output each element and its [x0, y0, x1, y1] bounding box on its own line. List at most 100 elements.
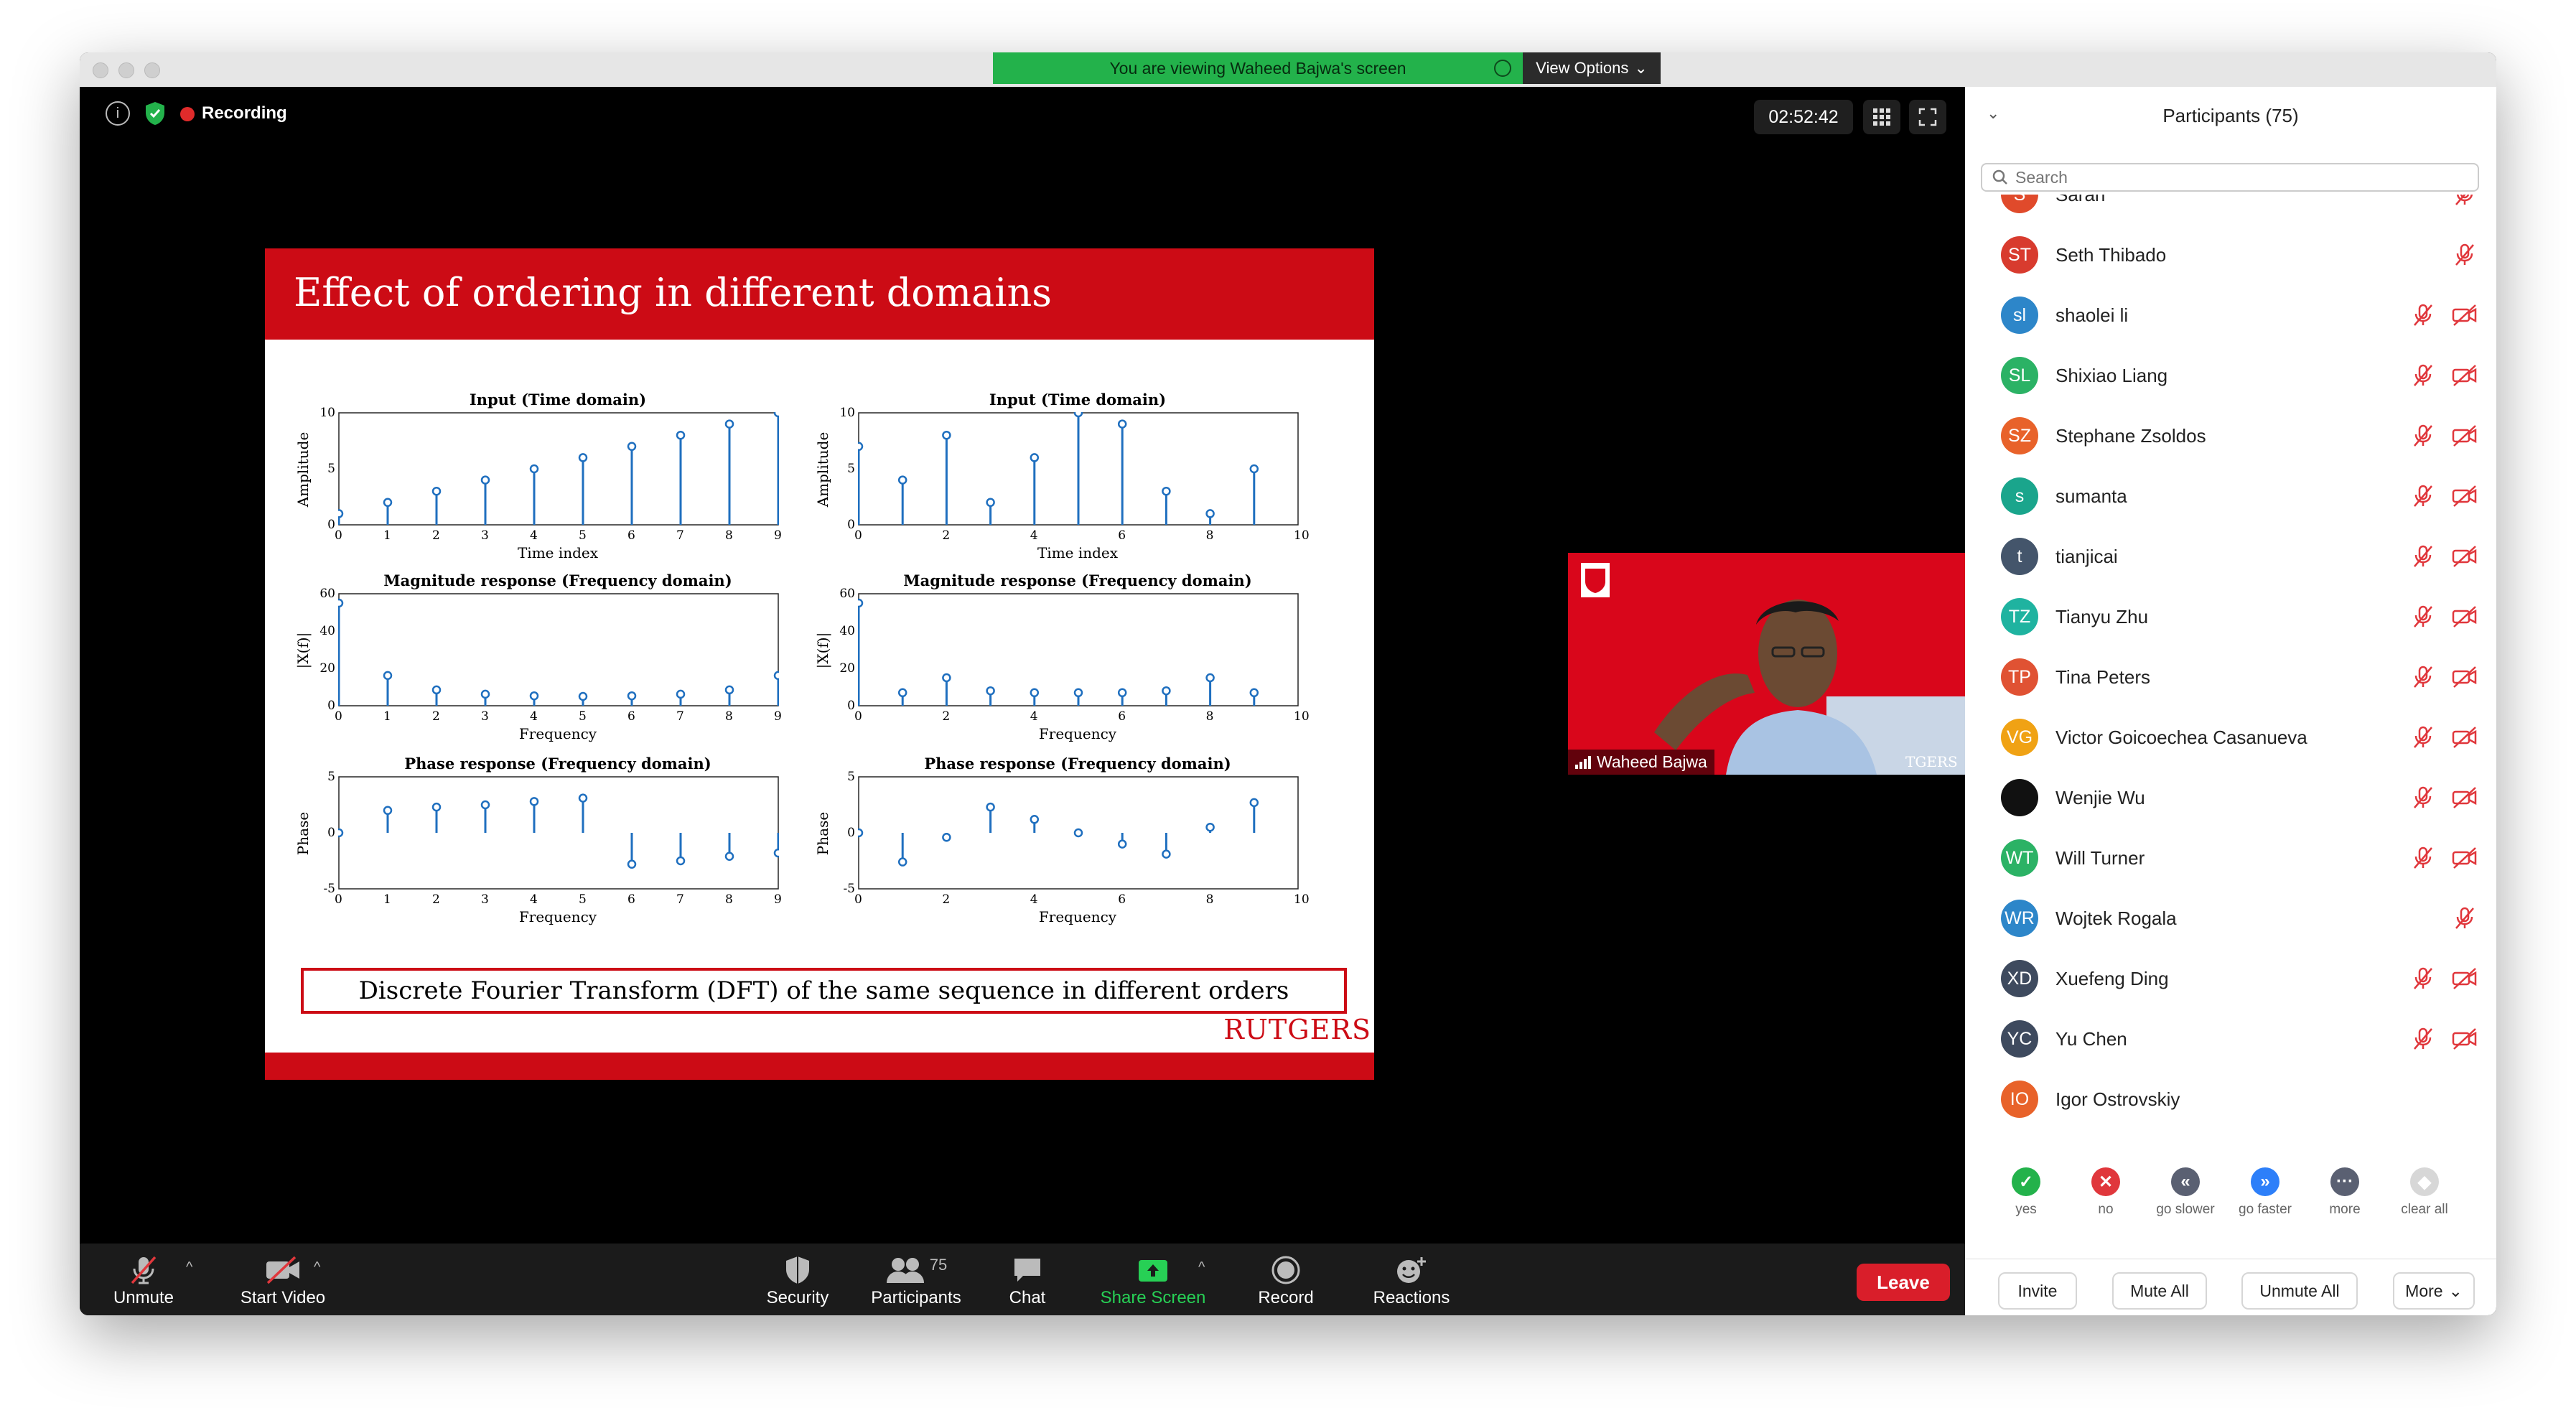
participant-row[interactable]: S Sarah	[1965, 195, 2496, 225]
reactions-label: Reactions	[1373, 1288, 1450, 1307]
x-tick-label: 2	[432, 709, 440, 724]
view-options-button[interactable]: View Options ⌄	[1523, 52, 1661, 84]
participant-row[interactable]: YC Yu Chen	[1965, 1009, 2496, 1069]
audio-options-caret-icon[interactable]: ^	[186, 1259, 192, 1276]
participant-row[interactable]: TZ Tianyu Zhu	[1965, 587, 2496, 647]
avatar: s	[2001, 477, 2038, 515]
video-off-icon	[2450, 482, 2479, 510]
participant-row[interactable]: Wenjie Wu	[1965, 768, 2496, 828]
participant-row[interactable]: SZ Stephane Zsoldos	[1965, 406, 2496, 466]
plot-title: Magnitude response (Frequency domain)	[903, 571, 1252, 589]
viewing-text: You are viewing Waheed Bajwa's screen	[1109, 58, 1406, 78]
participant-row[interactable]: ST Seth Thibado	[1965, 225, 2496, 285]
participant-row[interactable]: SL Shixiao Liang	[1965, 345, 2496, 406]
smiley-add-icon	[1397, 1257, 1426, 1283]
close-window-button[interactable]	[93, 62, 108, 78]
stem-marker	[676, 856, 686, 866]
unmute-all-button[interactable]: Unmute All	[2241, 1272, 2358, 1310]
plot-frame	[338, 412, 779, 526]
invite-button[interactable]: Invite	[1998, 1272, 2077, 1310]
collapse-chevron-icon[interactable]: ⌄	[1987, 104, 1999, 123]
stem-marker	[627, 442, 637, 452]
stem-marker	[1249, 464, 1259, 474]
stem-plot-6: Phase response (Frequency domain) Frequen…	[808, 755, 1312, 938]
reaction-go-slower-button[interactable]: « go slower	[2146, 1167, 2225, 1218]
more-button[interactable]: More ⌄	[2393, 1272, 2475, 1310]
minimize-window-button[interactable]	[118, 62, 134, 78]
participant-row[interactable]: WT Will Turner	[1965, 828, 2496, 888]
y-tick-label: 0	[327, 518, 335, 532]
speaker-name: Waheed Bajwa	[1597, 752, 1707, 771]
participants-button[interactable]: 75 Participants	[855, 1252, 977, 1308]
x-tick-label: 1	[383, 709, 391, 724]
video-off-icon	[2450, 421, 2479, 450]
avatar: IO	[2001, 1081, 2038, 1118]
participant-search-box[interactable]	[1981, 163, 2479, 192]
reaction-label: clear all	[2401, 1202, 2448, 1217]
reactions-button[interactable]: Reactions	[1358, 1252, 1465, 1308]
record-button[interactable]: Record	[1243, 1252, 1329, 1308]
stem-marker	[529, 464, 539, 474]
gallery-view-button[interactable]	[1863, 100, 1900, 134]
participant-row[interactable]: s sumanta	[1965, 466, 2496, 526]
stem-marker	[1117, 839, 1127, 849]
participant-name: Igor Ostrovskiy	[2055, 1088, 2180, 1110]
participant-search-input[interactable]	[2015, 167, 2446, 187]
fullscreen-button[interactable]	[1909, 100, 1946, 134]
unmute-button[interactable]: Unmute	[111, 1252, 176, 1308]
leave-button[interactable]: Leave	[1857, 1264, 1950, 1301]
participant-row[interactable]: WR Wojtek Rogala	[1965, 888, 2496, 948]
window-controls	[93, 62, 160, 78]
reaction-clear-all-button[interactable]: ◆ clear all	[2385, 1167, 2464, 1218]
participant-row[interactable]: sl shaolei li	[1965, 285, 2496, 345]
share-options-caret-icon[interactable]: ^	[1198, 1259, 1205, 1276]
video-off-icon	[2450, 663, 2479, 691]
x-tick-label: 2	[432, 528, 440, 543]
participant-row[interactable]: t tianjicai	[1965, 526, 2496, 587]
reaction-yes-button[interactable]: ✓ yes	[1987, 1167, 2066, 1218]
x-tick-label: 4	[1030, 892, 1038, 907]
x-tick-label: 6	[627, 709, 635, 724]
x-tick-label: 0	[854, 528, 862, 543]
info-icon[interactable]: i	[106, 101, 130, 126]
participant-row[interactable]: TP Tina Peters	[1965, 647, 2496, 707]
x-tick-label: 3	[481, 528, 489, 543]
start-video-button[interactable]: Start Video	[222, 1252, 344, 1308]
video-options-caret-icon[interactable]: ^	[314, 1259, 320, 1276]
reaction-go-slower-icon: «	[2171, 1167, 2200, 1196]
chat-button[interactable]: Chat	[991, 1252, 1063, 1308]
reaction-go-faster-button[interactable]: » go faster	[2226, 1167, 2305, 1218]
x-tick-label: 9	[774, 892, 782, 907]
participant-row[interactable]: XD Xuefeng Ding	[1965, 948, 2496, 1009]
plot-ylabel: |X(f)|	[814, 632, 831, 669]
participant-row[interactable]: IO Igor Ostrovskiy	[1965, 1069, 2496, 1129]
participant-name: Tina Peters	[2055, 666, 2150, 688]
plot-axes	[338, 593, 779, 706]
reaction-no-button[interactable]: ✕ no	[2066, 1167, 2145, 1218]
reaction-no-icon: ✕	[2091, 1167, 2120, 1196]
x-tick-label: 4	[530, 528, 538, 543]
x-tick-label: 2	[942, 528, 951, 543]
participant-list[interactable]: S Sarah ST Seth Thibado sl shaolei li SL Shixia…	[1965, 195, 2496, 1135]
reaction-label: yes	[2015, 1202, 2037, 1217]
muted-mic-icon	[2450, 904, 2479, 933]
security-button[interactable]: Security	[747, 1252, 848, 1308]
participant-name: Sarah	[2055, 195, 2105, 206]
share-screen-button[interactable]: Share Screen	[1092, 1252, 1214, 1308]
mute-all-button[interactable]: Mute All	[2112, 1272, 2207, 1310]
stem-marker	[773, 848, 779, 858]
encryption-shield-icon[interactable]	[144, 101, 166, 126]
nonverbal-feedback-bar: ✓ yes ✕ no « go slower » go faster ··· more ◆ clear…	[1965, 1167, 2496, 1232]
muted-mic-icon	[2409, 542, 2437, 571]
x-tick-label: 5	[579, 709, 587, 724]
speaker-video-tile[interactable]: TGERS Waheed Bajwa	[1568, 553, 1965, 775]
stem-marker	[1030, 688, 1040, 698]
participant-row[interactable]: VG Victor Goicoechea Casanueva	[1965, 707, 2496, 768]
stem-marker	[1205, 673, 1215, 683]
muted-mic-icon	[2409, 964, 2437, 993]
reaction-more-button[interactable]: ··· more	[2305, 1167, 2384, 1218]
plot-frame	[338, 776, 779, 890]
stem-marker	[986, 802, 995, 812]
x-tick-label: 6	[627, 528, 635, 543]
maximize-window-button[interactable]	[144, 62, 160, 78]
